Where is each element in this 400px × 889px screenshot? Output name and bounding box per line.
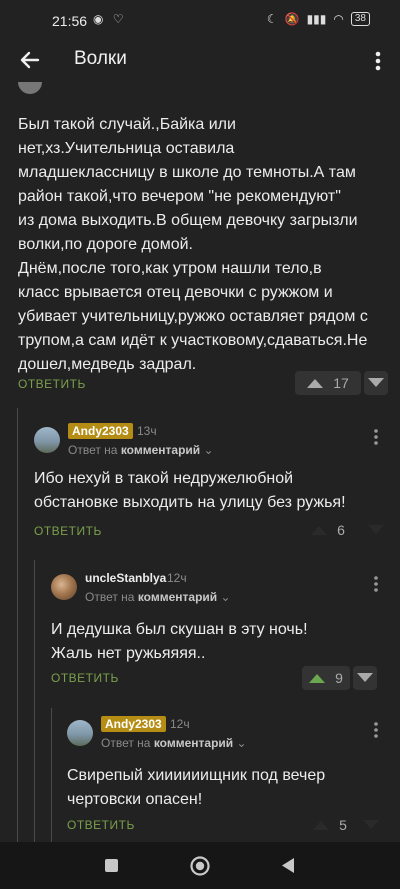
vote-count: 5 [339,817,347,833]
vote-up-icon [313,821,330,830]
comment: И дедушка был скушан в эту ночь! Жаль не… [51,618,388,666]
vote-count: 17 [333,375,349,391]
author-name[interactable]: Andy2303 [101,716,166,732]
avatar [67,720,93,746]
comment-text: Был такой случай.,Байка или нет,хз.Учите… [18,116,368,373]
vote-box: 6 [295,518,388,542]
more-vert-icon [375,51,381,71]
comment-meta: Andy2303 13ч Ответ на комментарий ⌄ [34,423,388,463]
comment-text: И дедушка был скушан в эту ночь! Жаль не… [51,621,308,662]
comment-time: 12ч [170,717,190,731]
reply-button[interactable]: ОТВЕТИТЬ [18,377,86,391]
reply-to[interactable]: Ответ на комментарий ⌄ [68,443,214,457]
upvote-button[interactable]: 6 [295,518,361,542]
vote-box: 5 [304,813,383,837]
comment-text: Свирепый хиииииищник под вечер чертовски… [67,767,326,808]
more-vert-icon[interactable] [370,427,382,447]
upvote-button[interactable]: 17 [295,371,361,395]
comment-meta: Andy2303 12ч Ответ на комментарий ⌄ [67,716,388,756]
reply-button[interactable]: ОТВЕТИТЬ [51,671,119,685]
downvote-button[interactable] [353,666,377,690]
thread-line [34,560,35,848]
downvote-button[interactable] [364,518,388,542]
status-time: 21:56 [52,13,88,29]
reply-button[interactable]: ОТВЕТИТЬ [34,524,102,538]
battery-icon: 38 [350,12,370,26]
nav-square-icon[interactable] [104,858,119,873]
author-name[interactable]: uncleStanblya [85,571,166,585]
more-button[interactable] [372,48,384,74]
vote-up-icon [311,526,328,535]
chevron-down-icon: ⌄ [220,590,231,604]
signal-icon: ▮▮▮ [306,12,327,26]
vote-down-icon [368,525,384,534]
comment-time: 13ч [137,424,157,438]
top-fade [60,82,400,94]
vote-down-icon [357,673,373,682]
nav-back-icon[interactable] [281,857,295,874]
downvote-button[interactable] [364,371,388,395]
reply-to[interactable]: Ответ на комментарий ⌄ [85,590,231,604]
comment: Был такой случай.,Байка или нет,хз.Учите… [18,113,388,377]
back-button[interactable] [16,46,44,74]
vote-up-icon [307,379,324,388]
comment-text: Ибо нехуй в такой недружелюбной обстанов… [34,470,346,511]
status-icons: ☾ 🔕 ▮▮▮ ◠ 38 [267,12,370,26]
comment: Свирепый хиииииищник под вечер чертовски… [67,764,388,812]
thread-line [17,408,18,848]
app-bar: Волки [0,40,400,82]
mute-icon: 🔕 [284,12,300,26]
avatar [34,427,60,453]
reply-button[interactable]: ОТВЕТИТЬ [67,818,135,832]
author-name[interactable]: Andy2303 [68,423,133,439]
upvote-button[interactable]: 5 [304,813,356,837]
system-nav-bar [0,842,400,889]
nav-circle-icon[interactable] [189,855,211,877]
comment: Ибо нехуй в такой недружелюбной обстанов… [34,467,388,515]
avatar [51,574,77,600]
more-vert-icon[interactable] [370,574,382,594]
comment-time: 12ч [167,571,187,585]
vote-down-icon [363,820,379,829]
thread-line [51,708,52,848]
upvote-button[interactable]: 9 [302,666,350,690]
notification-icons: ◉ ♡ [93,12,127,26]
chevron-down-icon: ⌄ [236,736,247,750]
back-arrow-icon [20,51,40,69]
wifi-icon: ◠ [333,12,344,26]
vote-count: 9 [335,670,343,686]
comment-meta: uncleStanblya 12ч Ответ на комментарий ⌄ [51,570,388,610]
status-bar: 21:56 ◉ ♡ ☾ 🔕 ▮▮▮ ◠ 38 [0,0,400,40]
page-title: Волки [74,48,127,69]
moon-icon: ☾ [266,12,278,26]
vote-count: 6 [337,522,345,538]
vote-box: 17 [295,371,388,395]
vote-up-icon [309,674,326,683]
vote-box: 9 [302,666,377,690]
reply-to[interactable]: Ответ на комментарий ⌄ [101,736,247,750]
downvote-button[interactable] [359,813,383,837]
vote-down-icon [368,378,384,387]
chevron-down-icon: ⌄ [203,443,214,457]
more-vert-icon[interactable] [370,720,382,740]
